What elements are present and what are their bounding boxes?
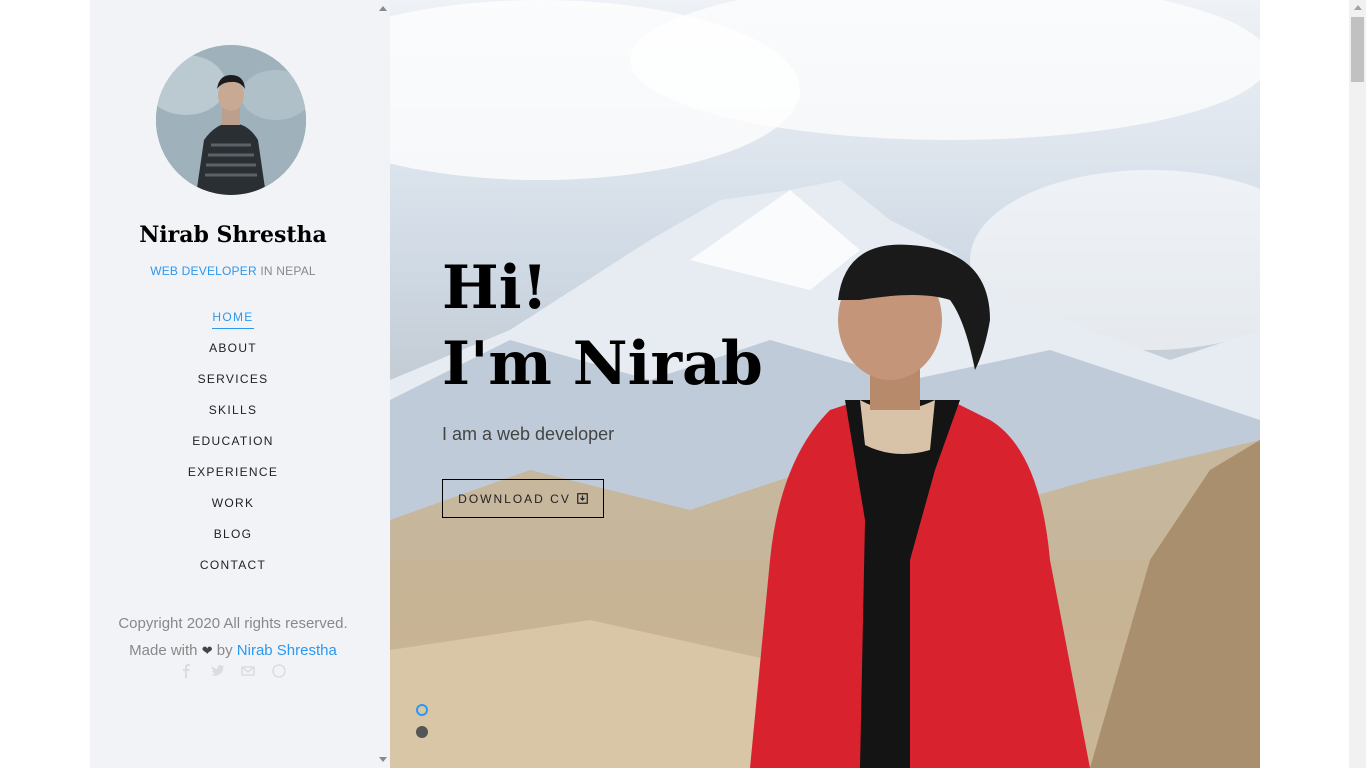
profile-name: Nirab Shrestha: [139, 222, 327, 248]
role-accent: WEB DEVELOPER: [150, 264, 257, 278]
hero-heading: Hi! I'm Nirab: [442, 250, 763, 402]
nav-item-blog: BLOG: [90, 525, 376, 556]
made-with-line: Made with ❤ by Nirab Shrestha: [90, 637, 376, 664]
hero-heading-line1: Hi!: [442, 253, 548, 323]
copyright-text: Copyright 2020 All rights reserved.: [118, 615, 348, 632]
scroll-up-icon[interactable]: [379, 6, 387, 11]
sidebar: Nirab Shrestha WEB DEVELOPER IN NEPAL HO…: [90, 0, 376, 768]
nav-link-contact[interactable]: CONTACT: [200, 556, 266, 576]
nav-item-work: WORK: [90, 494, 376, 525]
nav-link-home[interactable]: HOME: [212, 308, 254, 329]
page-scrollbar[interactable]: [1349, 0, 1366, 768]
scroll-down-icon[interactable]: [379, 757, 387, 762]
slider-dot-1[interactable]: [416, 704, 428, 716]
nav-item-education: EDUCATION: [90, 432, 376, 463]
download-icon: [576, 493, 588, 504]
nav-link-education[interactable]: EDUCATION: [192, 432, 273, 452]
author-link[interactable]: Nirab Shrestha: [237, 642, 337, 659]
github-icon[interactable]: [271, 664, 286, 678]
heart-icon: ❤: [201, 643, 213, 658]
nav-item-contact: CONTACT: [90, 556, 376, 587]
sidebar-scrollbar[interactable]: [376, 0, 390, 768]
nav-item-about: ABOUT: [90, 339, 376, 370]
nav-link-experience[interactable]: EXPERIENCE: [188, 463, 278, 483]
nav-link-about[interactable]: ABOUT: [209, 339, 257, 359]
download-cv-label: DOWNLOAD CV: [458, 491, 571, 506]
nav-item-experience: EXPERIENCE: [90, 463, 376, 494]
download-cv-button[interactable]: DOWNLOAD CV: [442, 479, 604, 518]
footer-copyright: Copyright 2020 All rights reserved. Made…: [90, 610, 376, 664]
hero-tagline: I am a web developer: [442, 424, 615, 444]
nav-link-skills[interactable]: SKILLS: [209, 401, 258, 421]
nav-item-skills: SKILLS: [90, 401, 376, 432]
avatar: [156, 45, 306, 195]
hero-section: Hi! I'm Nirab I am a web developer DOWNL…: [390, 0, 1260, 768]
nav-link-services[interactable]: SERVICES: [198, 370, 269, 390]
scroll-up-icon[interactable]: [1354, 5, 1362, 10]
twitter-icon[interactable]: [211, 664, 225, 678]
nav-link-work[interactable]: WORK: [212, 494, 255, 514]
made-with-text: Made with: [129, 642, 198, 659]
slider-dot-2[interactable]: [416, 726, 428, 738]
mail-icon[interactable]: [241, 664, 255, 678]
role-location: IN NEPAL: [256, 264, 316, 278]
scrollbar-thumb[interactable]: [1351, 17, 1364, 82]
main-nav: HOME ABOUT SERVICES SKILLS EDUCATION EXP…: [90, 308, 376, 587]
facebook-icon[interactable]: [180, 664, 194, 678]
hero-heading-line2: I'm Nirab: [442, 329, 763, 399]
profile-subtitle: WEB DEVELOPER IN NEPAL: [90, 264, 376, 278]
social-links: [90, 664, 376, 683]
nav-link-blog[interactable]: BLOG: [214, 525, 253, 545]
by-text: by: [216, 642, 233, 659]
nav-item-services: SERVICES: [90, 370, 376, 401]
nav-item-home: HOME: [90, 308, 376, 339]
